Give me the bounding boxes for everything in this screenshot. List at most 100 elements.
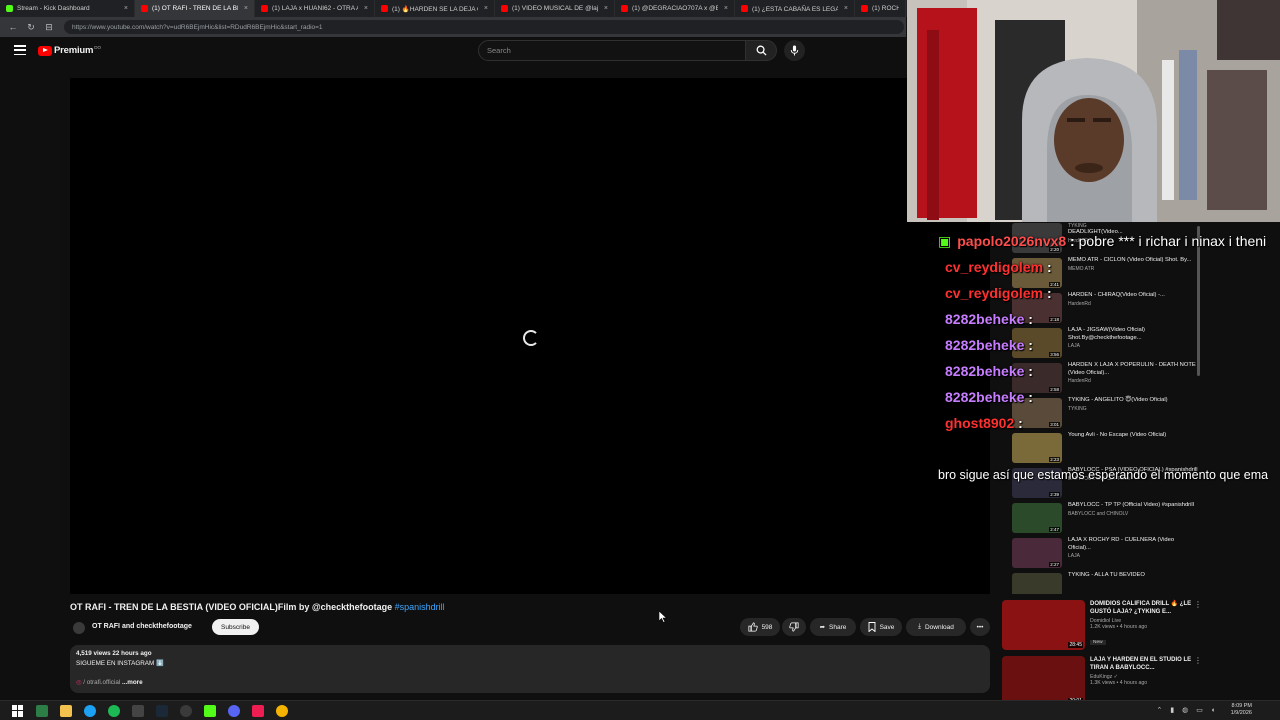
webcam-overlay xyxy=(907,0,1280,222)
like-button[interactable]: 598 xyxy=(740,618,780,636)
tab-label: Stream - Kick Dashboard xyxy=(17,5,90,12)
chrome-icon[interactable] xyxy=(276,704,288,717)
kick-icon[interactable] xyxy=(204,704,216,717)
file-explorer-icon[interactable] xyxy=(60,704,72,717)
mouse-cursor-icon xyxy=(659,611,667,623)
kebab-menu-icon[interactable]: ⋮ xyxy=(1194,656,1202,665)
save-label: Save xyxy=(879,623,895,631)
browser-tab[interactable]: (1) VIDEO MUSICAL DE @lajaOfic × xyxy=(495,0,615,17)
chat-username[interactable]: 8282beheke xyxy=(945,389,1024,405)
youtube-favicon-icon xyxy=(261,5,268,12)
discord-icon[interactable] xyxy=(228,704,240,717)
site-info-icon[interactable]: ⊟ xyxy=(42,20,56,34)
share-button[interactable]: ➦ Share xyxy=(810,618,856,636)
hashtag-link[interactable]: #spanishdrill xyxy=(395,602,445,612)
tab-label: (1) OT RAFI - TREN DE LA BESTIA xyxy=(152,5,238,12)
download-label: Download xyxy=(924,623,954,631)
youtube-play-icon xyxy=(38,45,52,56)
close-tab-icon[interactable]: × xyxy=(484,5,488,12)
logo-text: Premium xyxy=(54,45,94,56)
chat-username[interactable]: 8282beheke xyxy=(945,337,1024,353)
tab-label: (1) ROCHY xyxy=(872,5,899,12)
close-tab-icon[interactable]: × xyxy=(364,5,368,12)
instagram-link[interactable]: / otrafi.official xyxy=(83,679,120,686)
browser-tab[interactable]: (1) OT RAFI - TREN DE LA BESTIA × xyxy=(135,0,255,17)
chat-username[interactable]: 8282beheke xyxy=(945,363,1024,379)
search-input[interactable]: Search xyxy=(478,40,746,61)
chat-username[interactable]: 8282beheke xyxy=(945,311,1024,327)
subscribe-button[interactable]: Subscribe xyxy=(212,619,259,635)
download-icon: ⤓ xyxy=(918,623,921,630)
thumbs-up-icon xyxy=(748,622,758,632)
search-icon xyxy=(756,45,767,56)
tiktok-icon[interactable] xyxy=(252,704,264,717)
windows-start-icon[interactable] xyxy=(12,704,24,717)
browser-tab[interactable]: (1) @DEGRACIAO707A x @BLIZZ × xyxy=(615,0,735,17)
mic-icon xyxy=(790,45,799,56)
windows-taskbar: ⌃ ▮ ◍ ▭ ◖ 8:09 PM 1/9/2026 xyxy=(0,700,1280,720)
recommended-item[interactable]: 2:27 LAJA X ROCHY RD - CUELNERA (Video Of… xyxy=(1012,537,1202,572)
recommended-title: TYKING - ALLA TU BEVIDEO xyxy=(1068,572,1145,578)
card-title: DOMIDIOS CALIFICA DRILL 🔥 ¿LE GUSTÓ LAJA… xyxy=(1090,601,1192,615)
save-button[interactable]: Save xyxy=(860,618,902,636)
chat-username[interactable]: papolo2026nvx8 xyxy=(957,233,1066,249)
browser-tab[interactable]: (1) ¿ESTA CABAÑA ES LEGAL? 😳 × xyxy=(735,0,855,17)
edge-browser-icon[interactable] xyxy=(84,704,96,717)
close-tab-icon[interactable]: × xyxy=(844,5,848,12)
terminal-icon[interactable] xyxy=(36,704,48,717)
browser-tab[interactable]: (1) 🔥HARDEN SE LA DEJA CAER × xyxy=(375,0,495,17)
search-button[interactable] xyxy=(745,40,777,61)
description-box[interactable] xyxy=(70,645,990,693)
recommended-card[interactable]: 28:45 DOMIDIOS CALIFICA DRILL 🔥 ¿LE GUSTÓ… xyxy=(1002,600,1202,656)
kebab-menu-icon[interactable]: ⋮ xyxy=(1194,600,1202,609)
video-title-text: OT RAFI - TREN DE LA BESTIA (VIDEO OFICI… xyxy=(70,602,393,612)
video-thumbnail: 28:45 xyxy=(1002,600,1085,650)
back-icon[interactable]: ← xyxy=(6,20,20,34)
dislike-button[interactable] xyxy=(782,618,806,636)
download-button[interactable]: ⤓ Download xyxy=(906,618,966,636)
url-field[interactable]: https://www.youtube.com/watch?v=udR6BEjm… xyxy=(64,20,904,34)
chat-message: 8282beheke : xyxy=(945,363,1033,379)
chat-username[interactable]: cv_reydigolem xyxy=(945,259,1043,275)
chat-message: ghost8902 : xyxy=(945,415,1023,431)
channel-avatar[interactable] xyxy=(73,622,85,634)
clock[interactable]: 8:09 PM 1/9/2026 xyxy=(1231,703,1252,717)
steam-icon[interactable] xyxy=(156,704,168,717)
youtube-favicon-icon xyxy=(501,5,508,12)
voice-search-button[interactable] xyxy=(784,40,805,61)
recommended-channel: LAJA xyxy=(1068,553,1080,559)
new-badge: New xyxy=(1090,640,1106,645)
close-tab-icon[interactable]: × xyxy=(124,5,128,12)
chat-badge-icon: ▣ xyxy=(938,233,952,249)
chat-username[interactable]: cv_reydigolem xyxy=(945,285,1043,301)
recommended-item[interactable]: TYKING - ALLA TU BEVIDEO xyxy=(1012,572,1202,594)
pen-tool-icon[interactable] xyxy=(132,704,144,717)
chat-separator: : xyxy=(1043,259,1052,275)
obs-icon[interactable] xyxy=(180,704,192,717)
bookmark-icon xyxy=(868,622,876,632)
menu-icon[interactable] xyxy=(14,45,26,55)
more-link[interactable]: ...more xyxy=(122,679,143,686)
loading-spinner-icon xyxy=(523,330,539,346)
browser-tab[interactable]: Stream - Kick Dashboard × xyxy=(0,0,135,17)
tab-label: (1) ¿ESTA CABAÑA ES LEGAL? 😳 xyxy=(752,5,838,13)
close-tab-icon[interactable]: × xyxy=(724,5,728,12)
recommended-meta: TYKING - ALLA TU BEVIDEO xyxy=(1068,572,1198,594)
spotify-icon[interactable] xyxy=(108,704,120,717)
system-tray-icons[interactable]: ⌃ ▮ ◍ ▭ ◖ xyxy=(1157,706,1218,714)
chat-separator: : xyxy=(1024,311,1033,327)
tab-label: (1) LAJA x HUANI62 - OTRA AMIG xyxy=(272,5,358,12)
video-duration: 2:47 xyxy=(1049,527,1060,532)
more-actions-button[interactable]: ••• xyxy=(970,618,990,636)
tab-label: (1) 🔥HARDEN SE LA DEJA CAER xyxy=(392,5,478,13)
reload-icon[interactable]: ↻ xyxy=(24,20,38,34)
channel-name[interactable]: OT RAFI and checkthefootage xyxy=(92,623,192,630)
close-tab-icon[interactable]: × xyxy=(244,5,248,12)
description-text: SIGUEME EN INSTAGRAM ⬇️ xyxy=(76,660,164,667)
browser-tab[interactable]: (1) LAJA x HUANI62 - OTRA AMIG × xyxy=(255,0,375,17)
chat-username[interactable]: ghost8902 xyxy=(945,415,1014,431)
chat-message: ▣ papolo2026nvx8 : pobre *** i richar i n… xyxy=(938,233,1266,250)
browser-tab[interactable]: (1) ROCHY xyxy=(855,0,906,17)
youtube-premium-logo[interactable]: Premium DO xyxy=(38,45,101,56)
close-tab-icon[interactable]: × xyxy=(604,5,608,12)
